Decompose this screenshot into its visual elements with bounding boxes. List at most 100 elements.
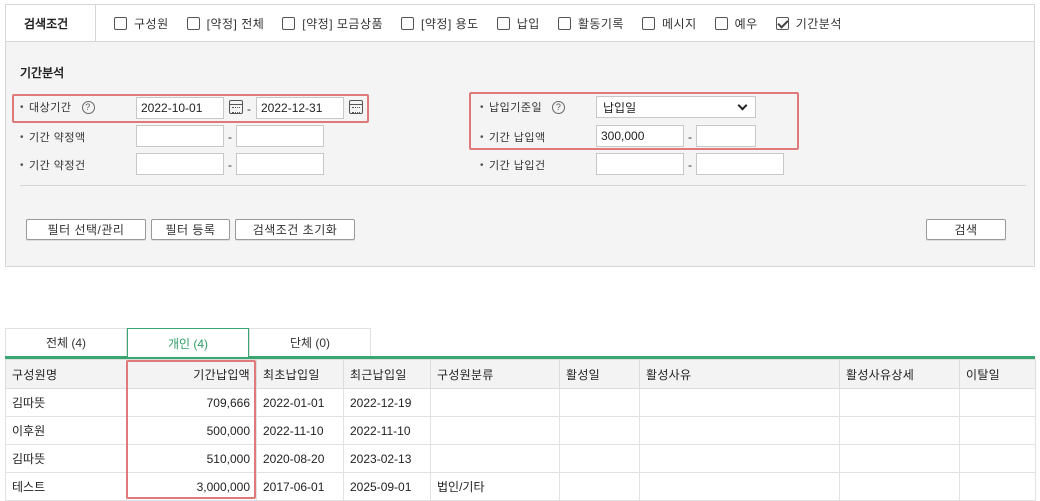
pledge-amount-from-input[interactable] — [136, 125, 224, 147]
calendar-icon[interactable] — [349, 100, 363, 114]
payment-amount-from-input[interactable] — [596, 125, 684, 147]
table-cell — [559, 416, 640, 445]
table-cell: 2022-12-19 — [343, 388, 431, 417]
checkbox-checked-icon[interactable] — [775, 17, 789, 30]
table-cell — [559, 388, 640, 417]
checkbox-icon[interactable] — [114, 17, 127, 30]
period-to-input[interactable] — [256, 97, 344, 119]
table-cell — [430, 416, 560, 445]
range-dash: - — [688, 130, 692, 144]
table-cell — [639, 444, 840, 473]
table-cell: 2022-01-01 — [256, 388, 344, 417]
search-condition-title: 검색조건 — [6, 5, 96, 42]
table-cell — [839, 388, 960, 417]
checkbox-icon[interactable] — [401, 17, 415, 30]
condition-pledge-product[interactable]: [약정] 모금상품 — [282, 15, 383, 32]
payment-amount-label: • 기간 납입액 — [480, 131, 546, 145]
column-header[interactable]: 기간납입액 — [126, 359, 257, 389]
tab-individual[interactable]: 개인 (4) — [127, 328, 249, 357]
tab-all[interactable]: 전체 (4) — [5, 328, 127, 356]
panel-title: 기간분석 — [20, 66, 65, 80]
table-header-row: 구성원명 기간납입액 최초납입일 최근납입일 구성원분류 활성일 활성사유 활성… — [5, 359, 1036, 389]
pledge-count-from-input[interactable] — [136, 153, 224, 175]
table-cell: 2020-08-20 — [256, 444, 344, 473]
table-cell — [639, 472, 840, 501]
chevron-down-icon — [737, 100, 748, 110]
table-row[interactable]: 테스트 3,000,000 2017-06-01 2025-09-01 법인/기… — [5, 472, 1036, 501]
condition-honor[interactable]: 예우 — [714, 15, 758, 32]
result-tabs: 전체 (4) 개인 (4) 단체 (0) — [5, 328, 371, 357]
column-header[interactable]: 이탈일 — [959, 359, 1036, 389]
condition-activity[interactable]: 활동기록 — [557, 15, 624, 32]
payment-count-from-input[interactable] — [596, 153, 684, 175]
table-row[interactable]: 김따뜻 709,666 2022-01-01 2022-12-19 — [5, 388, 1036, 417]
column-header[interactable]: 활성사유 — [639, 359, 840, 389]
condition-message[interactable]: 메시지 — [641, 15, 697, 32]
condition-pledge-all[interactable]: [약정] 전체 — [186, 15, 265, 32]
filter-manage-button[interactable]: 필터 선택/관리 — [26, 219, 146, 240]
period-analysis-panel: 기간분석 • 대상기간 ? - • 기간 약정액 - • 기간 약정건 - • … — [5, 41, 1035, 267]
table-cell — [959, 416, 1036, 445]
payment-count-to-input[interactable] — [696, 153, 784, 175]
table-cell — [839, 472, 960, 501]
search-condition-bar: 검색조건 구성원 [약정] 전체 [약정] 모금상품 [약정] 용도 납입 활동… — [5, 4, 1035, 42]
table-cell — [959, 388, 1036, 417]
table-cell: 테스트 — [5, 472, 127, 501]
table-cell: 510,000 — [126, 444, 257, 473]
payment-amount-to-input[interactable] — [696, 125, 756, 147]
table-row[interactable]: 이후원 500,000 2022-11-10 2022-11-10 — [5, 416, 1036, 445]
table-row[interactable]: 김따뜻 510,000 2020-08-20 2023-02-13 — [5, 444, 1036, 473]
table-cell: 2022-11-10 — [256, 416, 344, 445]
table-cell: 2023-02-13 — [343, 444, 431, 473]
search-button[interactable]: 검색 — [926, 219, 1006, 240]
column-header[interactable]: 구성원명 — [5, 359, 127, 389]
table-cell — [430, 444, 560, 473]
range-dash: - — [688, 158, 692, 172]
checkbox-icon[interactable] — [714, 17, 728, 30]
table-cell: 2022-11-10 — [343, 416, 431, 445]
payment-basis-select[interactable]: 납입일 — [596, 96, 756, 118]
checkbox-icon[interactable] — [282, 17, 296, 30]
panel-divider — [20, 185, 1026, 186]
table-cell: 김따뜻 — [5, 444, 127, 473]
period-from-input[interactable] — [136, 97, 224, 119]
condition-pledge-purpose[interactable]: [약정] 용도 — [401, 15, 479, 32]
column-header[interactable]: 구성원분류 — [430, 359, 560, 389]
table-cell: 김따뜻 — [5, 388, 127, 417]
range-dash: - — [228, 130, 232, 144]
pledge-count-to-input[interactable] — [236, 153, 324, 175]
tab-group[interactable]: 단체 (0) — [249, 328, 371, 356]
column-header[interactable]: 최초납입일 — [256, 359, 344, 389]
calendar-icon[interactable] — [229, 100, 243, 114]
column-header[interactable]: 활성일 — [559, 359, 640, 389]
pledge-amount-to-input[interactable] — [236, 125, 324, 147]
table-cell: 이후원 — [5, 416, 127, 445]
table-cell — [839, 444, 960, 473]
table-cell: 3,000,000 — [126, 472, 257, 501]
table-cell — [959, 472, 1036, 501]
period-label: • 대상기간 ? — [20, 99, 95, 115]
help-icon[interactable]: ? — [81, 100, 95, 114]
table-cell: 2025-09-01 — [343, 472, 431, 501]
condition-period-analysis[interactable]: 기간분석 — [775, 15, 842, 32]
checkbox-icon[interactable] — [557, 17, 571, 30]
filter-register-button[interactable]: 필터 등록 — [151, 219, 230, 240]
checkbox-icon[interactable] — [186, 17, 200, 30]
pledge-count-label: • 기간 약정건 — [20, 159, 86, 173]
payment-basis-label: • 납입기준일 ? — [480, 99, 566, 115]
condition-checkbox-list: 구성원 [약정] 전체 [약정] 모금상품 [약정] 용도 납입 활동기록 메시… — [96, 15, 860, 32]
checkbox-icon[interactable] — [496, 17, 510, 30]
column-header[interactable]: 최근납입일 — [343, 359, 431, 389]
table-cell — [430, 388, 560, 417]
payment-count-label: • 기간 납입건 — [480, 159, 546, 173]
result-table: 구성원명 기간납입액 최초납입일 최근납입일 구성원분류 활성일 활성사유 활성… — [5, 359, 1036, 501]
column-header[interactable]: 활성사유상세 — [839, 359, 960, 389]
condition-payment[interactable]: 납입 — [496, 15, 540, 32]
help-icon[interactable]: ? — [552, 100, 566, 114]
checkbox-icon[interactable] — [641, 17, 655, 30]
table-cell — [639, 416, 840, 445]
table-cell: 500,000 — [126, 416, 257, 445]
reset-conditions-button[interactable]: 검색조건 초기화 — [235, 219, 355, 240]
condition-member[interactable]: 구성원 — [114, 15, 169, 32]
range-dash: - — [247, 102, 251, 116]
